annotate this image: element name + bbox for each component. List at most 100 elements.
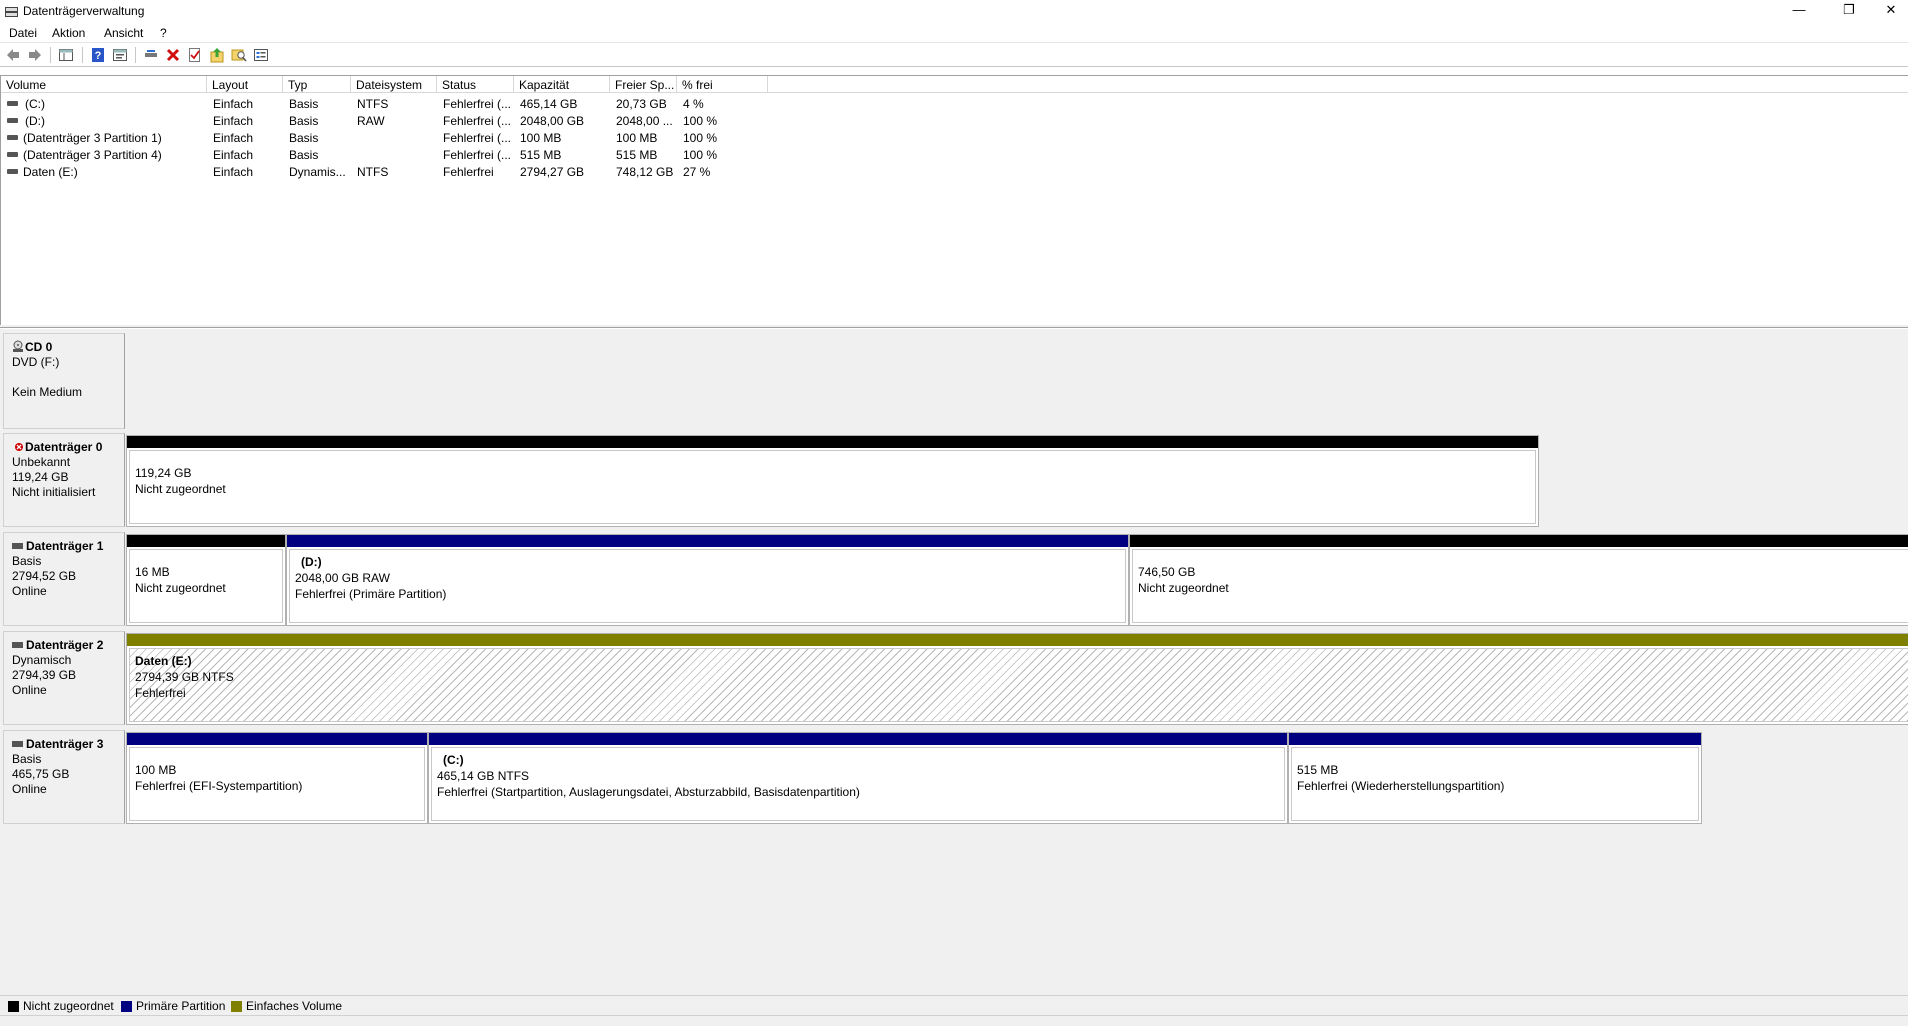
disk-name: Datenträger 0 [25, 440, 103, 454]
cell-freier-speicher: 2048,00 ... [616, 114, 673, 128]
partition-disk2-daten-e[interactable]: Daten (E:) 2794,39 GB NTFS Fehlerfrei [126, 633, 1908, 725]
maximize-button[interactable]: ❐ [1826, 0, 1872, 22]
legend: Nicht zugeordnet Primäre Partition Einfa… [0, 995, 1908, 1015]
column-header-layout[interactable]: Layout [207, 76, 283, 93]
cell-status: Fehlerfrei (... [443, 131, 512, 145]
connect-icon[interactable] [143, 47, 159, 63]
partition-size: 515 MB [1297, 763, 1339, 777]
toolbar-separator [82, 47, 83, 63]
partition-size: 16 MB [135, 565, 170, 579]
cell-prozent-frei: 4 % [683, 97, 704, 111]
legend-swatch-primary [121, 1001, 132, 1012]
menu-help[interactable]: ? [160, 26, 167, 40]
partition-disk1-unallocated-2[interactable]: 746,50 GB Nicht zugeordnet [1129, 534, 1908, 626]
delete-icon[interactable] [165, 47, 181, 63]
close-button[interactable]: ✕ [1868, 0, 1908, 22]
disk-label-disk1[interactable]: Datenträger 1 Basis 2794,52 GB Online [3, 532, 125, 626]
disk-type: Dynamisch [12, 653, 72, 667]
table-row[interactable]: (Datenträger 3 Partition 1) Einfach Basi… [1, 129, 771, 146]
column-header-prozent-frei[interactable]: % frei [677, 76, 768, 93]
volume-icon [7, 135, 18, 140]
disk-graphical-view: CD 0 DVD (F:) Kein Medium Datenträger 0 … [0, 329, 1908, 995]
cell-typ: Basis [289, 148, 319, 162]
cell-volume: (Datenträger 3 Partition 4) [23, 148, 162, 162]
menu-ansicht[interactable]: Ansicht [104, 26, 143, 40]
table-row[interactable]: Daten (E:) Einfach Dynamis... NTFS Fehle… [1, 163, 771, 180]
partition-disk3-recovery[interactable]: 515 MB Fehlerfrei (Wiederherstellungspar… [1288, 732, 1702, 824]
import-icon[interactable] [209, 47, 225, 63]
partition-color-bar [127, 634, 1908, 646]
help-icon[interactable]: ? [90, 47, 106, 63]
menu-aktion[interactable]: Aktion [52, 26, 85, 40]
partition-disk3-c[interactable]: (C:) 465,14 GB NTFS Fehlerfrei (Startpar… [428, 732, 1288, 824]
partition-disk1-d[interactable]: (D:) 2048,00 GB RAW Fehlerfrei (Primäre … [286, 534, 1129, 626]
cell-status: Fehlerfrei (... [443, 148, 512, 162]
menu-datei[interactable]: Datei [9, 26, 37, 40]
disk-label-cd0[interactable]: CD 0 DVD (F:) Kein Medium [3, 333, 125, 429]
table-row[interactable]: (Datenträger 3 Partition 4) Einfach Basi… [1, 146, 771, 163]
cd-drive-icon [13, 340, 23, 352]
column-header-dateisystem[interactable]: Dateisystem [351, 76, 437, 93]
partition-size: 746,50 GB [1138, 565, 1196, 579]
table-row[interactable]: (C:) Einfach Basis NTFS Fehlerfrei (... … [1, 95, 771, 112]
partition-disk1-unallocated-1[interactable]: 16 MB Nicht zugeordnet [126, 534, 286, 626]
check-icon[interactable] [187, 47, 203, 63]
disk-status: Kein Medium [12, 385, 83, 399]
toolbar: ? [0, 43, 1908, 67]
cell-status: Fehlerfrei (... [443, 97, 512, 111]
column-header-status[interactable]: Status [437, 76, 514, 93]
partition-color-bar [127, 733, 427, 745]
partition-disk3-efi[interactable]: 100 MB Fehlerfrei (EFI-Systempartition) [126, 732, 428, 824]
column-header-kapazitaet[interactable]: Kapazität [514, 76, 610, 93]
back-icon[interactable] [5, 47, 21, 63]
disk-label-disk3[interactable]: Datenträger 3 Basis 465,75 GB Online [3, 730, 125, 824]
console-tree-icon[interactable] [58, 47, 74, 63]
partition-size: 119,24 GB [135, 466, 192, 480]
partition-color-bar [127, 535, 285, 547]
partition-body: 100 MB Fehlerfrei (EFI-Systempartition) [129, 747, 425, 821]
disk-type: Basis [12, 752, 42, 766]
partition-disk0-unallocated[interactable]: 119,24 GB Nicht zugeordnet [126, 435, 1539, 527]
search-icon[interactable] [231, 47, 247, 63]
menu-bar: Datei Aktion Ansicht ? [0, 22, 1908, 43]
cell-typ: Basis [289, 114, 319, 128]
partition-status: Nicht zugeordnet [135, 581, 226, 595]
partition-status: Fehlerfrei (Startpartition, Auslagerungs… [437, 785, 860, 799]
cell-layout: Einfach [213, 97, 254, 111]
cell-prozent-frei: 100 % [683, 148, 718, 162]
disk-name: CD 0 [25, 340, 53, 354]
column-header-filler [768, 76, 1908, 93]
cell-kapazitaet: 2048,00 GB [520, 114, 585, 128]
partition-status: Nicht zugeordnet [1138, 581, 1229, 595]
disk-label-disk0[interactable]: Datenträger 0 Unbekannt 119,24 GB Nicht … [3, 433, 125, 527]
pane-splitter[interactable] [0, 325, 1908, 328]
column-header-typ[interactable]: Typ [283, 76, 351, 93]
partition-title: (C:) [443, 753, 464, 767]
partition-size: 100 MB [135, 763, 177, 777]
column-header-freier-speicher[interactable]: Freier Sp... [610, 76, 677, 93]
properties-icon[interactable] [112, 47, 128, 63]
disk-error-icon [15, 443, 23, 451]
partition-body: 515 MB Fehlerfrei (Wiederherstellungspar… [1291, 747, 1699, 821]
partition-color-bar [1289, 733, 1701, 745]
disk-label-disk2[interactable]: Datenträger 2 Dynamisch 2794,39 GB Onlin… [3, 631, 125, 725]
forward-icon[interactable] [27, 47, 43, 63]
disk-size [12, 370, 124, 385]
cell-volume: Daten (E:) [23, 165, 78, 179]
title-bar: Datenträgerverwaltung — ❐ ✕ [0, 0, 1908, 22]
disk-type: DVD (F:) [12, 355, 60, 369]
disk-type: Unbekannt [12, 455, 71, 469]
partition-body: (D:) 2048,00 GB RAW Fehlerfrei (Primäre … [289, 549, 1126, 623]
cell-layout: Einfach [213, 165, 254, 179]
disk-type: Basis [12, 554, 42, 568]
cell-layout: Einfach [213, 114, 254, 128]
disk-status: Online [12, 584, 47, 598]
column-header-volume[interactable]: Volume [1, 76, 207, 93]
minimize-button[interactable]: — [1776, 0, 1822, 22]
cell-status: Fehlerfrei [443, 165, 494, 179]
disk-status: Online [12, 782, 47, 796]
table-row[interactable]: (D:) Einfach Basis RAW Fehlerfrei (... 2… [1, 112, 771, 129]
list-icon[interactable] [253, 47, 269, 63]
cell-dateisystem: NTFS [357, 97, 389, 111]
disk-size: 465,75 GB [12, 767, 70, 781]
